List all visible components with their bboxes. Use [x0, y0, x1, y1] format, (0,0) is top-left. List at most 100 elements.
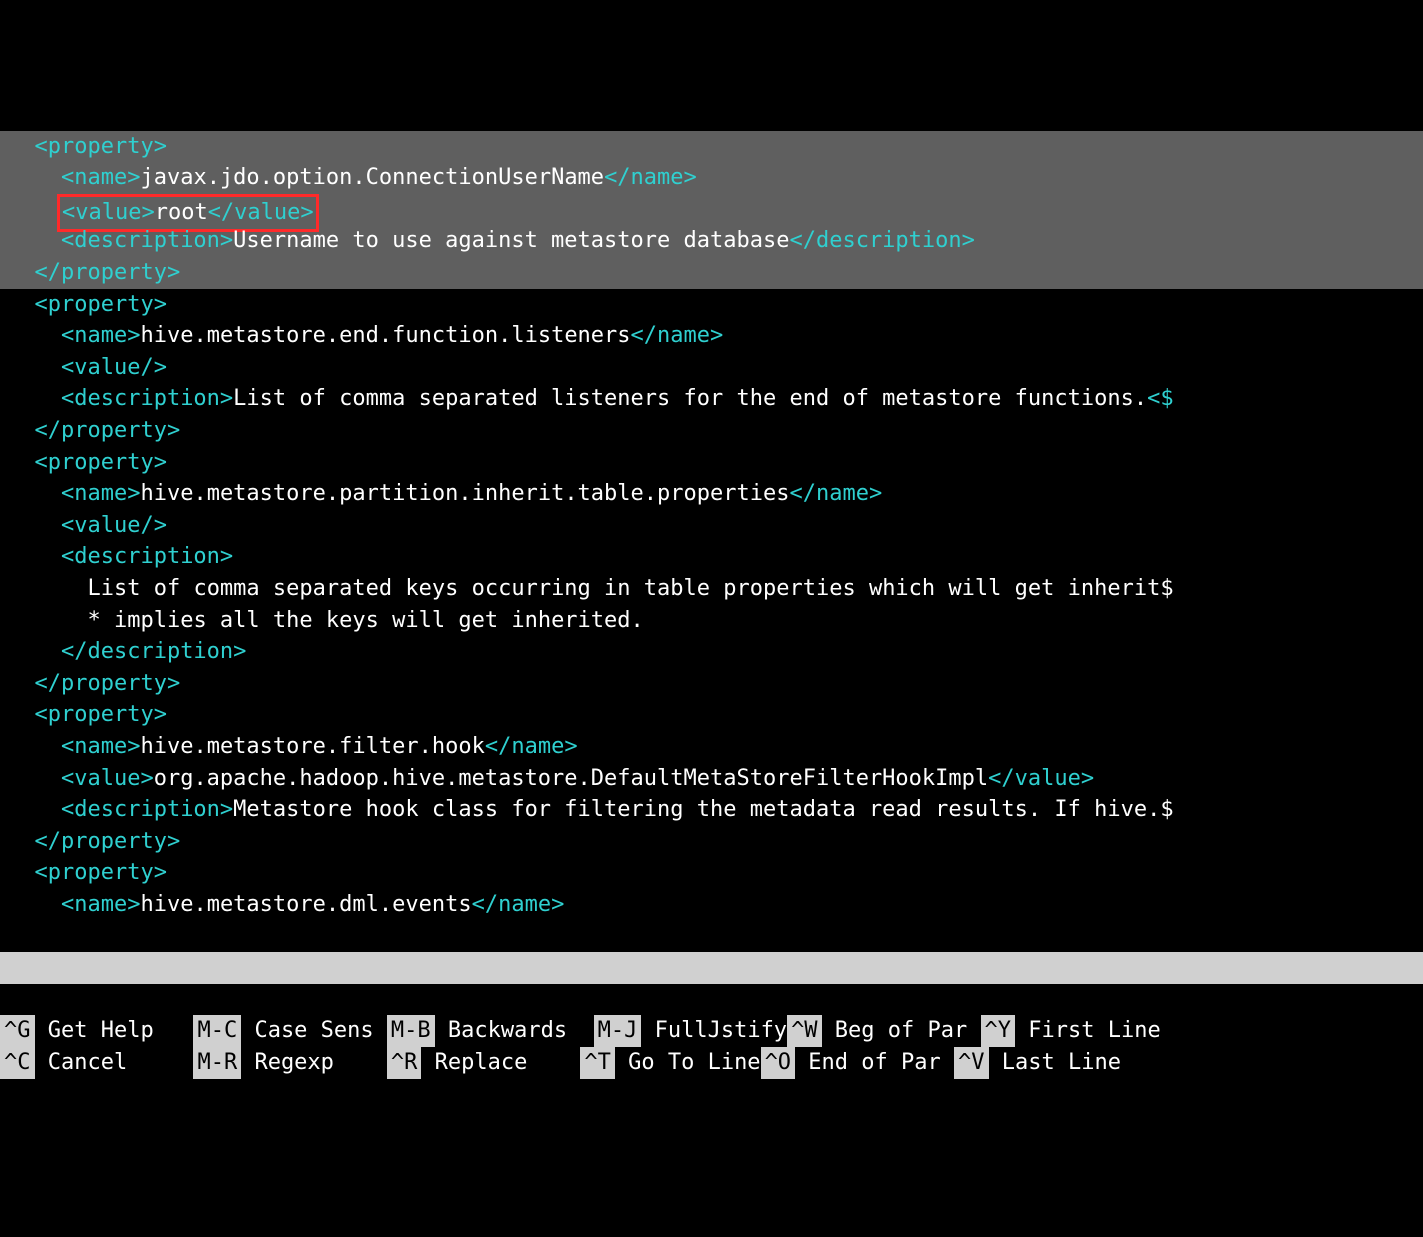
shortcut-ctrl-t[interactable]: ^T Go To Line — [580, 1047, 760, 1079]
xml-tag: <name> — [61, 892, 140, 917]
xml-tag: <value/> — [61, 355, 167, 380]
xml-tag: </description> — [789, 228, 974, 253]
code-line[interactable]: <description>Username to use against met… — [0, 225, 1423, 257]
xml-tag: <description> — [61, 386, 233, 411]
search-bar[interactable]: Search [javax.jdo.option.ConnectionUs...… — [0, 952, 1423, 984]
code-line[interactable]: </property> — [0, 257, 1423, 289]
shortcut-label: Get Help — [35, 1015, 194, 1047]
xml-text: org.apache.hadoop.hive.metastore.Default… — [154, 766, 988, 791]
code-line[interactable]: <property> — [0, 447, 1423, 479]
xml-text: hive.metastore.partition.inherit.table.p… — [140, 481, 789, 506]
shortcut-label: Cancel — [35, 1047, 194, 1079]
footer-shortcuts: ^G Get Help M-C Case Sens M-B Backwards … — [0, 1015, 1423, 1078]
code-line[interactable]: <value/> — [0, 510, 1423, 542]
xml-tag: </property> — [35, 671, 181, 696]
code-line[interactable]: List of comma separated keys occurring i… — [0, 573, 1423, 605]
code-line[interactable]: <value>root</value> — [0, 194, 1423, 226]
xml-tag: <name> — [61, 481, 140, 506]
xml-tag: </name> — [604, 165, 697, 190]
xml-tag: </value> — [988, 766, 1094, 791]
xml-tag: </name> — [485, 734, 578, 759]
code-line[interactable]: </property> — [0, 668, 1423, 700]
xml-text: Metastore hook class for filtering the m… — [233, 797, 1173, 822]
shortcut-label: Regexp — [241, 1047, 387, 1079]
xml-tag: </name> — [789, 481, 882, 506]
code-line[interactable]: * implies all the keys will get inherite… — [0, 605, 1423, 637]
shortcut-key: ^V — [954, 1047, 989, 1079]
code-line[interactable]: <name>javax.jdo.option.ConnectionUserNam… — [0, 162, 1423, 194]
shortcut-key: M-R — [193, 1047, 241, 1079]
xml-tag: <name> — [61, 734, 140, 759]
shortcut-label: Replace — [421, 1047, 580, 1079]
xml-tag: </property> — [35, 418, 181, 443]
xml-text: * implies all the keys will get inherite… — [87, 608, 643, 633]
shortcut-ctrl-o[interactable]: ^O End of Par — [761, 1047, 954, 1079]
code-line[interactable]: <description>Metastore hook class for fi… — [0, 794, 1423, 826]
xml-tag: <property> — [35, 292, 167, 317]
code-line[interactable]: <property> — [0, 857, 1423, 889]
xml-tag: </name> — [472, 892, 565, 917]
xml-tag: <value/> — [61, 513, 167, 538]
xml-tag: <description> — [61, 228, 233, 253]
shortcut-meta-r[interactable]: M-R Regexp — [193, 1047, 386, 1079]
shortcut-meta-b[interactable]: M-B Backwards — [387, 1015, 594, 1047]
shortcut-meta-c[interactable]: M-C Case Sens — [193, 1015, 386, 1047]
shortcut-ctrl-g[interactable]: ^G Get Help — [0, 1015, 193, 1047]
xml-text: javax.jdo.option.ConnectionUserName — [140, 165, 604, 190]
shortcut-key: ^W — [787, 1015, 822, 1047]
xml-text: hive.metastore.end.function.listeners — [140, 323, 630, 348]
shortcut-key: M-C — [193, 1015, 241, 1047]
code-line[interactable]: </property> — [0, 415, 1423, 447]
code-line[interactable]: </property> — [0, 826, 1423, 858]
xml-text: root — [155, 200, 208, 225]
code-line[interactable]: <name>hive.metastore.partition.inherit.t… — [0, 478, 1423, 510]
xml-text: Username to use against metastore databa… — [233, 228, 789, 253]
shortcut-label: First Line — [1015, 1015, 1161, 1047]
xml-tag: <name> — [61, 165, 140, 190]
shortcut-ctrl-r[interactable]: ^R Replace — [387, 1047, 580, 1079]
code-line[interactable]: <description>List of comma separated lis… — [0, 383, 1423, 415]
shortcut-ctrl-y[interactable]: ^Y First Line — [981, 1015, 1161, 1047]
editor-content[interactable]: <property> <name>javax.jdo.option.Connec… — [0, 127, 1423, 921]
xml-tag: <value> — [62, 200, 155, 225]
code-line[interactable]: <property> — [0, 699, 1423, 731]
shortcut-key: ^R — [387, 1047, 422, 1079]
xml-tag: <property> — [35, 450, 167, 475]
shortcut-meta-j[interactable]: M-J FullJstify — [594, 1015, 787, 1047]
search-input-value[interactable]: javax.jdo.option.ConnectionUserName — [604, 987, 1068, 1012]
xml-tag: </name> — [631, 323, 724, 348]
code-line[interactable]: <property> — [0, 289, 1423, 321]
shortcut-ctrl-v[interactable]: ^V Last Line — [954, 1047, 1121, 1079]
shortcut-key: M-J — [594, 1015, 642, 1047]
code-line[interactable]: <name>hive.metastore.filter.hook</name> — [0, 731, 1423, 763]
xml-text: List of comma separated keys occurring i… — [87, 576, 1173, 601]
shortcut-label: Go To Line — [615, 1047, 761, 1079]
xml-tag: <description> — [61, 544, 233, 569]
xml-tag: <name> — [61, 323, 140, 348]
xml-tag: <property> — [35, 860, 167, 885]
xml-tag: <property> — [35, 134, 167, 159]
code-line[interactable]: <property> — [0, 131, 1423, 163]
xml-tag: <value> — [61, 766, 154, 791]
shortcut-key: ^G — [0, 1015, 35, 1047]
cursor — [1081, 989, 1093, 1011]
code-line[interactable]: <value>org.apache.hadoop.hive.metastore.… — [0, 763, 1423, 795]
shortcut-key: ^O — [761, 1047, 796, 1079]
xml-text: List of comma separated listeners for th… — [233, 386, 1147, 411]
search-prompt: Search [javax.jdo.option.ConnectionUs...… — [35, 987, 605, 1012]
xml-tag: </description> — [61, 639, 246, 664]
xml-tag: <description> — [61, 797, 233, 822]
shortcut-ctrl-w[interactable]: ^W Beg of Par — [787, 1015, 980, 1047]
code-line[interactable]: </description> — [0, 636, 1423, 668]
xml-tag: </value> — [208, 200, 314, 225]
code-line[interactable]: <name>hive.metastore.end.function.listen… — [0, 320, 1423, 352]
shortcut-key: ^T — [580, 1047, 615, 1079]
shortcut-label: Beg of Par — [822, 1015, 981, 1047]
code-line[interactable]: <value/> — [0, 352, 1423, 384]
shortcut-key: ^Y — [981, 1015, 1016, 1047]
code-line[interactable]: <description> — [0, 541, 1423, 573]
xml-tag: </property> — [35, 260, 181, 285]
shortcut-label: Backwards — [435, 1015, 594, 1047]
code-line[interactable]: <name>hive.metastore.dml.events</name> — [0, 889, 1423, 921]
shortcut-ctrl-c[interactable]: ^C Cancel — [0, 1047, 193, 1079]
